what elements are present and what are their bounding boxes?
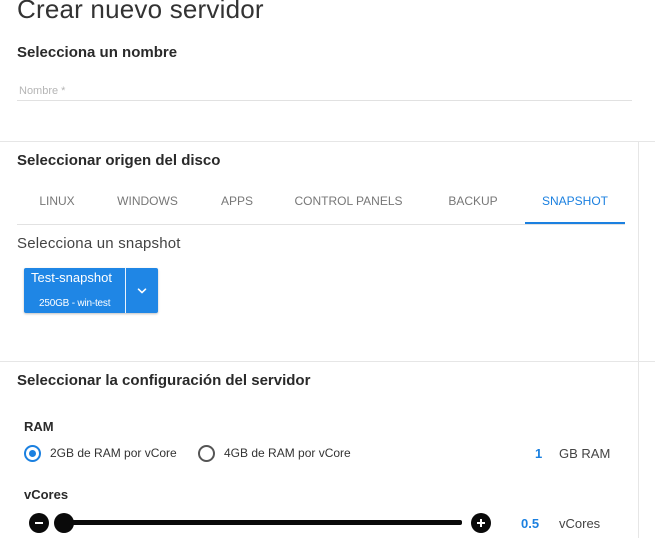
tab-apps[interactable]: APPS [198,186,276,224]
ram-value: 1 [535,446,543,461]
tab-control-panels[interactable]: CONTROL PANELS [276,186,421,224]
tab-backup[interactable]: BACKUP [421,186,525,224]
snapshot-details: 250GB - win-test [39,298,111,309]
disk-section-title: Seleccionar origen del disco [17,152,221,169]
plus-icon [477,519,485,527]
ram-label: RAM [24,419,54,434]
vcores-decrement-button[interactable] [29,513,49,533]
minus-icon [35,522,43,524]
vcores-slider-thumb[interactable] [54,513,74,533]
ram-option-label: 2GB de RAM por vCore [50,446,177,460]
snapshot-name: Test-snapshot [31,270,112,285]
vertical-divider [638,141,639,361]
radio-checked-icon [24,444,41,462]
snapshot-select-button[interactable]: Test-snapshot 250GB - win-test [24,268,125,313]
disk-source-tabs: LINUX WINDOWS APPS CONTROL PANELS BACKUP… [17,186,625,225]
vcores-unit: vCores [559,516,601,531]
vcores-increment-button[interactable] [471,513,491,533]
vcores-slider-track[interactable] [58,520,462,525]
ram-option-4gb[interactable]: 4GB de RAM por vCore [198,443,351,463]
tab-linux[interactable]: LINUX [17,186,97,224]
vcores-label: vCores [24,487,69,502]
radio-unchecked-icon [198,444,215,462]
server-name-input[interactable] [17,80,632,101]
ram-unit: GB RAM [559,446,611,461]
page-title: Crear nuevo servidor [17,0,264,24]
chevron-down-icon [137,287,147,293]
divider [0,141,655,142]
tab-snapshot[interactable]: SNAPSHOT [525,186,625,224]
divider [0,361,655,362]
ram-option-label: 4GB de RAM por vCore [224,446,351,460]
ram-option-2gb[interactable]: 2GB de RAM por vCore [24,443,177,463]
snapshot-dropdown-toggle[interactable] [126,268,158,313]
config-section-title: Seleccionar la configuración del servido… [17,372,311,389]
snapshot-dropdown: Test-snapshot 250GB - win-test [24,268,158,313]
tab-windows[interactable]: WINDOWS [97,186,198,224]
name-section-title: Selecciona un nombre [17,44,178,61]
button-separator [125,268,126,313]
vcores-value: 0.5 [521,516,540,531]
snapshot-select-label: Selecciona un snapshot [17,235,181,252]
vertical-divider [638,361,639,538]
